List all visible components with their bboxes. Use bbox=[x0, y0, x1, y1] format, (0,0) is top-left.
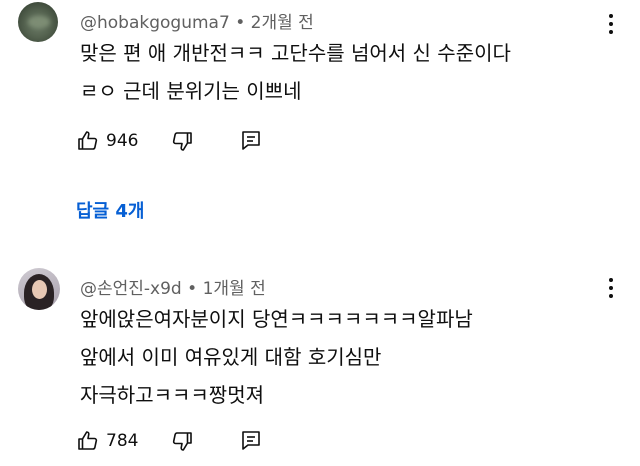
view-replies-link[interactable]: 답글 4개 bbox=[76, 197, 144, 223]
reply-icon bbox=[240, 429, 262, 453]
comment-actions: 784 bbox=[76, 428, 262, 454]
dislike-button[interactable] bbox=[170, 129, 194, 153]
comment-item: @손언진-x9d • 1개월 전 앞에앉은여자분이지 당연ㅋㅋㅋㅋㅋㅋㅋ알파남 … bbox=[0, 258, 640, 466]
comment-line: 맞은 편 애 개반전ㅋㅋ 고단수를 넘어서 신 수준이다 bbox=[80, 41, 511, 65]
comment-line: ㄹㅇ 근데 분위기는 이쁘네 bbox=[80, 79, 302, 103]
comment-time: 1개월 전 bbox=[202, 279, 266, 299]
comment-text: 맞은 편 애 개반전ㅋㅋ 고단수를 넘어서 신 수준이다 ㄹㅇ 근데 분위기는 … bbox=[80, 34, 511, 110]
comment-text: 앞에앉은여자분이지 당연ㅋㅋㅋㅋㅋㅋㅋ알파남 앞에서 이미 여유있게 대함 호기… bbox=[80, 300, 473, 414]
like-button[interactable]: 946 bbox=[76, 129, 170, 153]
avatar[interactable] bbox=[18, 268, 60, 310]
thumb-down-icon bbox=[170, 129, 194, 153]
more-vert-icon[interactable] bbox=[608, 278, 614, 302]
comment-actions: 946 bbox=[76, 128, 262, 154]
reply-button[interactable] bbox=[240, 429, 262, 453]
meta-separator: • bbox=[235, 13, 246, 33]
reply-button[interactable] bbox=[240, 129, 262, 153]
comment-line: 자극하고ㅋㅋㅋ짱멋져 bbox=[80, 383, 264, 407]
dislike-button[interactable] bbox=[170, 429, 194, 453]
more-vert-icon[interactable] bbox=[608, 14, 614, 38]
thumb-down-icon bbox=[170, 429, 194, 453]
meta-separator: • bbox=[187, 279, 198, 299]
author-name[interactable]: @손언진-x9d bbox=[80, 279, 182, 299]
like-count: 946 bbox=[106, 131, 139, 151]
thumb-up-icon bbox=[76, 429, 100, 453]
author-name[interactable]: @hobakgoguma7 bbox=[80, 13, 230, 33]
comment-meta: @손언진-x9d • 1개월 전 bbox=[80, 274, 266, 299]
comment-item: @hobakgoguma7 • 2개월 전 맞은 편 애 개반전ㅋㅋ 고단수를 … bbox=[0, 0, 640, 255]
thumb-up-icon bbox=[76, 129, 100, 153]
comment-line: 앞에앉은여자분이지 당연ㅋㅋㅋㅋㅋㅋㅋ알파남 bbox=[80, 307, 473, 331]
like-count: 784 bbox=[106, 431, 139, 451]
reply-icon bbox=[240, 129, 262, 153]
avatar[interactable] bbox=[18, 2, 58, 42]
comment-time: 2개월 전 bbox=[250, 13, 314, 33]
comment-meta: @hobakgoguma7 • 2개월 전 bbox=[80, 8, 314, 33]
comment-line: 앞에서 이미 여유있게 대함 호기심만 bbox=[80, 345, 382, 369]
like-button[interactable]: 784 bbox=[76, 429, 170, 453]
